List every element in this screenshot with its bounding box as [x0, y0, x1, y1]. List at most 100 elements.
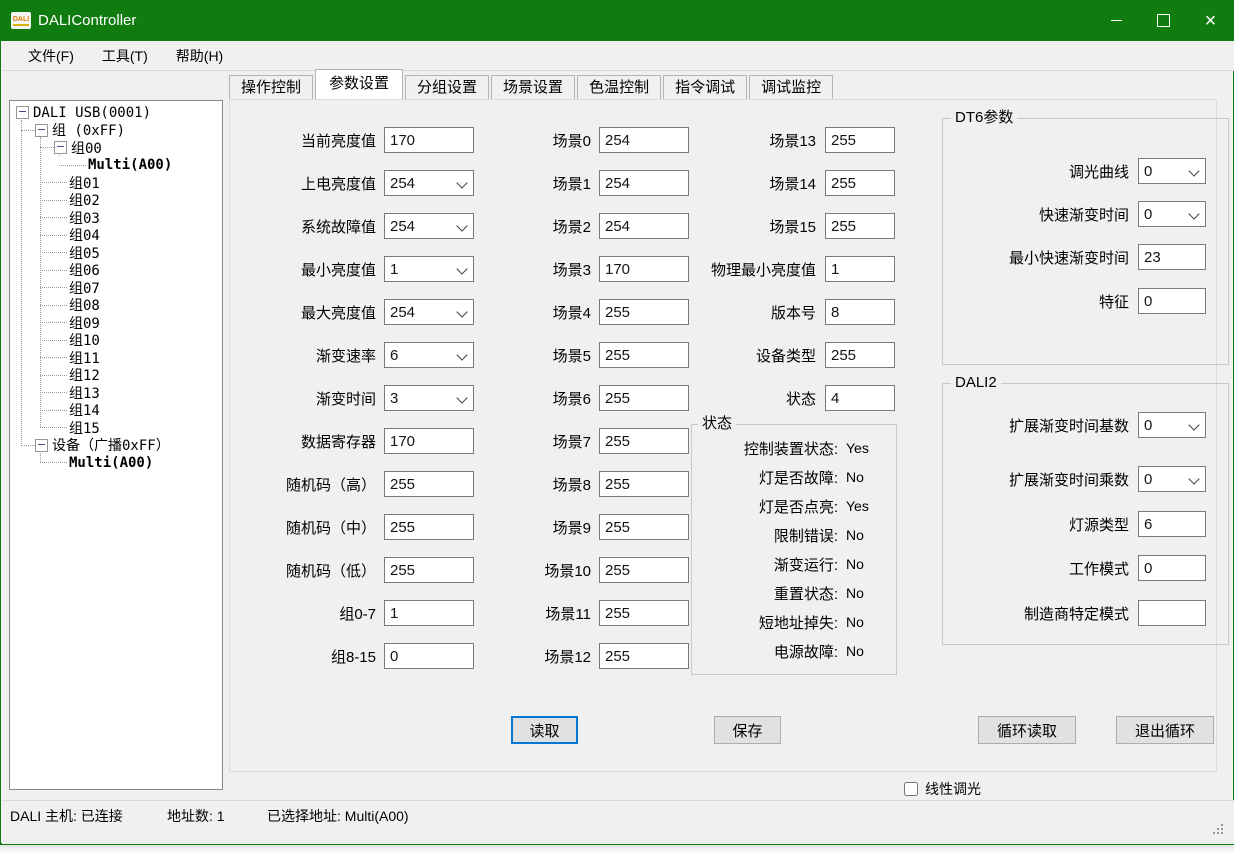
linear-dimming-label: 线性调光: [925, 779, 981, 799]
tree-item-multi-a00[interactable]: Multi(A00): [10, 157, 222, 175]
app-icon-text: DALI: [13, 16, 29, 26]
tree-item-group10[interactable]: 组10: [10, 332, 222, 350]
tree-item-multi-a00-device[interactable]: Multi(A00): [10, 454, 222, 472]
scene-8-input[interactable]: [599, 471, 689, 497]
form-row: 渐变时间3: [251, 385, 474, 411]
form-row: 随机码（低）: [251, 557, 474, 583]
fade-time-combobox[interactable]: 3: [384, 385, 474, 411]
tree-item-group02[interactable]: 组02: [10, 192, 222, 210]
tab-operation-control[interactable]: 操作控制: [229, 75, 313, 99]
max-level-combobox[interactable]: 254: [384, 299, 474, 325]
tree-item-group12[interactable]: 组12: [10, 367, 222, 385]
tab-color-temp-control[interactable]: 色温控制: [577, 75, 661, 99]
chevron-down-icon: [1188, 419, 1199, 430]
status-value: No: [846, 527, 864, 543]
random-code-low-input[interactable]: [384, 557, 474, 583]
scene-11-input[interactable]: [599, 600, 689, 626]
status-bar: DALI 主机: 已连接 地址数: 1 已选择地址: Multi(A00): [2, 800, 1234, 844]
random-code-mid-input[interactable]: [384, 514, 474, 540]
scene-14-input[interactable]: [825, 170, 895, 196]
tree-item-devices-broadcast[interactable]: 设备（广播0xFF）: [10, 437, 222, 455]
status-value: No: [846, 614, 864, 630]
tree-item-group13[interactable]: 组13: [10, 384, 222, 402]
scene-12-input[interactable]: [599, 643, 689, 669]
scene-13-input[interactable]: [825, 127, 895, 153]
form-row: 场景10: [471, 557, 689, 583]
status-value-input[interactable]: [825, 385, 895, 411]
extended-fade-time-base-combobox[interactable]: 0: [1138, 412, 1206, 438]
tree-expander[interactable]: [35, 124, 48, 137]
dimming-curve-combobox[interactable]: 0: [1138, 158, 1206, 184]
tree-item-group03[interactable]: 组03: [10, 209, 222, 227]
menu-file[interactable]: 文件(F): [14, 41, 88, 71]
tree-item-root[interactable]: DALI USB(0001): [10, 104, 222, 122]
form-row: 随机码（高）: [251, 471, 474, 497]
system-failure-level-combobox[interactable]: 254: [384, 213, 474, 239]
scene-9-input[interactable]: [599, 514, 689, 540]
device-type-input[interactable]: [825, 342, 895, 368]
status-value: No: [846, 643, 864, 659]
extended-fade-time-multiplier-combobox[interactable]: 0: [1138, 466, 1206, 492]
form-row: 场景13: [656, 127, 895, 153]
status-row: 短地址掉失:No: [698, 611, 864, 633]
linear-dimming-checkbox[interactable]: [904, 782, 918, 796]
close-button[interactable]: ×: [1187, 0, 1234, 41]
chevron-down-icon: [1188, 165, 1199, 176]
random-code-high-input[interactable]: [384, 471, 474, 497]
tree-item-group-broadcast[interactable]: 组 (0xFF): [10, 122, 222, 140]
fade-rate-combobox[interactable]: 6: [384, 342, 474, 368]
exit-loop-button[interactable]: 退出循环: [1116, 716, 1214, 744]
scene-7-input[interactable]: [599, 428, 689, 454]
maximize-button[interactable]: [1140, 0, 1187, 41]
window-title: DALIController: [38, 12, 136, 29]
tab-debug-monitor[interactable]: 调试监控: [749, 75, 833, 99]
menu-tools[interactable]: 工具(T): [88, 41, 162, 71]
features-input[interactable]: [1138, 288, 1206, 314]
manufacturer-specific-mode-input[interactable]: [1138, 600, 1206, 626]
min-level-combobox[interactable]: 1: [384, 256, 474, 282]
version-number-input[interactable]: [825, 299, 895, 325]
group-0-7-input[interactable]: [384, 600, 474, 626]
tree-item-group06[interactable]: 组06: [10, 262, 222, 280]
current-level-input[interactable]: [384, 127, 474, 153]
tree-item-group01[interactable]: 组01: [10, 174, 222, 192]
tab-scene-settings[interactable]: 场景设置: [491, 75, 575, 99]
tree-expander[interactable]: [35, 439, 48, 452]
min-fast-fade-time-input[interactable]: [1138, 244, 1206, 270]
form-row: 扩展渐变时间乘数0: [951, 466, 1206, 492]
tree-expander[interactable]: [16, 106, 29, 119]
form-row: 扩展渐变时间基数0: [951, 412, 1206, 438]
group-8-15-input[interactable]: [384, 643, 474, 669]
tree-item-group05[interactable]: 组05: [10, 244, 222, 262]
power-on-level-combobox[interactable]: 254: [384, 170, 474, 196]
operating-mode-input[interactable]: [1138, 555, 1206, 581]
physical-min-level-input[interactable]: [825, 256, 895, 282]
fast-fade-time-combobox[interactable]: 0: [1138, 201, 1206, 227]
menu-help[interactable]: 帮助(H): [162, 41, 237, 71]
tree-item-group08[interactable]: 组08: [10, 297, 222, 315]
tree-item-group04[interactable]: 组04: [10, 227, 222, 245]
tab-command-debug[interactable]: 指令调试: [663, 75, 747, 99]
resize-grip[interactable]: [1207, 818, 1209, 820]
tree-expander[interactable]: [54, 141, 67, 154]
tree-item-group09[interactable]: 组09: [10, 314, 222, 332]
tree-item-group07[interactable]: 组07: [10, 279, 222, 297]
tab-grouping-settings[interactable]: 分组设置: [405, 75, 489, 99]
scene-15-input[interactable]: [825, 213, 895, 239]
statusbar-host: DALI 主机: 已连接: [10, 808, 123, 824]
loop-read-button[interactable]: 循环读取: [978, 716, 1076, 744]
tree-item-group15[interactable]: 组15: [10, 419, 222, 437]
tree-item-group11[interactable]: 组11: [10, 349, 222, 367]
tree-item-group14[interactable]: 组14: [10, 402, 222, 420]
minimize-button[interactable]: [1093, 0, 1140, 41]
save-button[interactable]: 保存: [714, 716, 781, 744]
form-row: 灯源类型: [951, 511, 1206, 537]
scene-10-input[interactable]: [599, 557, 689, 583]
tab-parameter-settings[interactable]: 参数设置: [315, 69, 403, 99]
light-source-type-input[interactable]: [1138, 511, 1206, 537]
form-row: 最小亮度值1: [251, 256, 474, 282]
tree-item-group00[interactable]: 组00: [10, 139, 222, 157]
read-button[interactable]: 读取: [511, 716, 578, 744]
form-row: 上电亮度值254: [251, 170, 474, 196]
data-register-input[interactable]: [384, 428, 474, 454]
